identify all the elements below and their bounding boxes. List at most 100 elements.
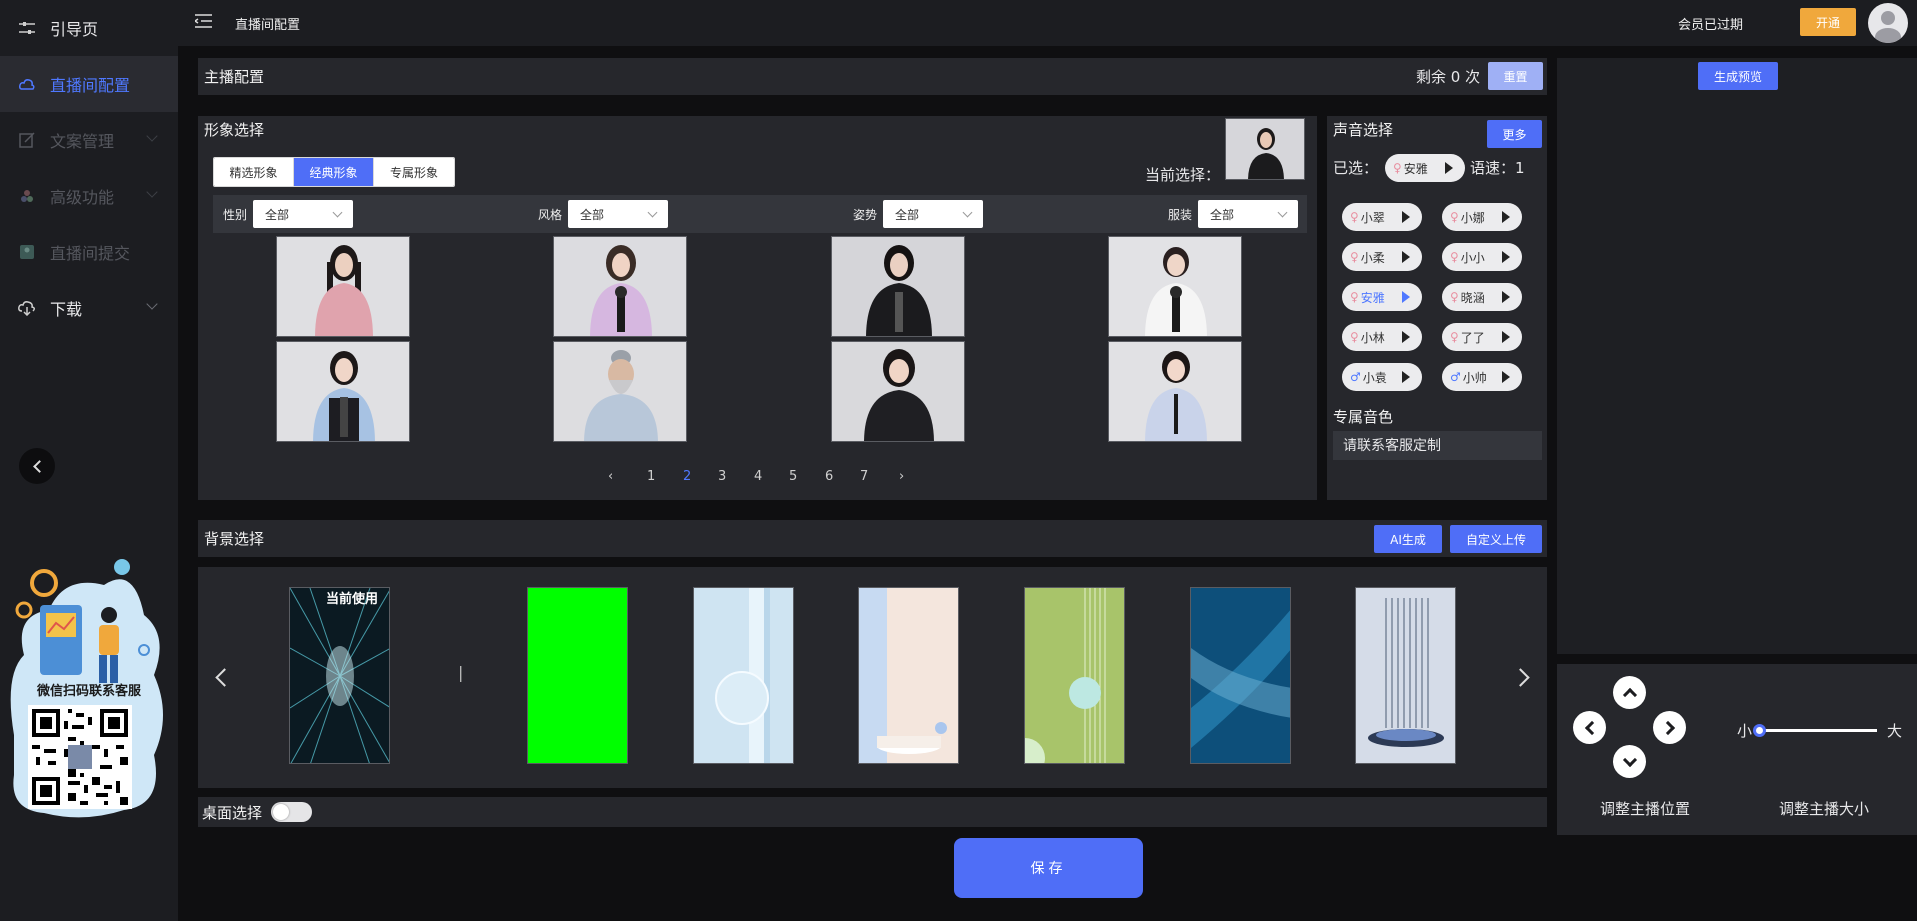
voice-chip[interactable]: ♀ 小娜 <box>1442 203 1522 231</box>
sidebar-item-submit[interactable]: 直播间提交 <box>0 224 178 280</box>
play-icon[interactable] <box>1402 291 1410 303</box>
tab-classic[interactable]: 经典形象 <box>294 158 374 186</box>
play-icon[interactable] <box>1402 371 1410 383</box>
voice-name: 小林 <box>1360 330 1385 345</box>
play-icon[interactable] <box>1502 371 1510 383</box>
female-icon: ♀ <box>1350 210 1359 224</box>
female-icon: ♀ <box>1350 250 1359 264</box>
play-icon[interactable] <box>1502 331 1510 343</box>
filter-label: 风格 <box>538 208 563 222</box>
save-button[interactable]: 保存 <box>954 838 1143 898</box>
carousel-next-button[interactable] <box>1511 668 1530 687</box>
play-icon[interactable] <box>1402 331 1410 343</box>
next-page-button[interactable]: › <box>899 469 904 484</box>
sidebar-item-guide[interactable]: 引导页 <box>0 0 178 56</box>
page-number[interactable]: 1 <box>647 469 655 484</box>
voice-chip[interactable]: ♀ 小小 <box>1442 243 1522 271</box>
ai-generate-button[interactable]: AI生成 <box>1374 525 1442 553</box>
generate-preview-button[interactable]: 生成预览 <box>1698 62 1778 90</box>
sidebar-item-advanced[interactable]: 高级功能 <box>0 168 178 224</box>
filter-label: 姿势 <box>853 208 878 222</box>
chevron-left-icon <box>1584 720 1599 735</box>
page-number[interactable]: 5 <box>789 469 797 484</box>
move-left-button[interactable] <box>1573 711 1606 744</box>
desktop-toggle[interactable] <box>271 802 312 822</box>
play-icon[interactable] <box>1502 291 1510 303</box>
selected-label: 已选： <box>1333 159 1379 177</box>
chevron-down-icon <box>1277 207 1288 218</box>
voice-chip[interactable]: ♀ 晓涵 <box>1442 283 1522 311</box>
prev-page-button[interactable]: ‹ <box>608 469 613 484</box>
avatar-thumbnail[interactable] <box>831 341 965 442</box>
move-up-button[interactable] <box>1613 676 1646 709</box>
background-card[interactable] <box>693 587 794 764</box>
background-card[interactable] <box>858 587 959 764</box>
avatar-thumbnail[interactable] <box>276 236 410 337</box>
reset-button[interactable]: 重置 <box>1488 62 1543 90</box>
style-select[interactable]: 全部 <box>568 200 668 228</box>
size-slider-handle[interactable] <box>1753 724 1766 737</box>
page-number[interactable]: 4 <box>754 469 762 484</box>
background-card[interactable] <box>527 587 628 764</box>
page-number[interactable]: 3 <box>718 469 726 484</box>
avatar-thumbnail[interactable] <box>553 236 687 337</box>
background-card-current[interactable]: 当前使用 <box>289 587 390 764</box>
tab-featured[interactable]: 精选形象 <box>214 158 294 186</box>
tab-exclusive[interactable]: 专属形象 <box>374 158 454 186</box>
menu-fold-icon[interactable] <box>195 14 212 28</box>
voice-name: 安雅 <box>1360 290 1385 305</box>
anchor-config-header: 主播配置 剩余 0 次 重置 <box>198 58 1547 95</box>
outfit-select[interactable]: 全部 <box>1198 200 1298 228</box>
sidebar-item-label: 直播间提交 <box>50 244 131 263</box>
background-card[interactable] <box>1355 587 1456 764</box>
voice-chip-selected[interactable]: ♀ 安雅 <box>1342 283 1422 311</box>
avatar[interactable] <box>1868 3 1908 43</box>
voice-chip[interactable]: ♀ 小柔 <box>1342 243 1422 271</box>
size-slider-track[interactable] <box>1757 729 1877 732</box>
sidebar-item-download[interactable]: 下载 <box>0 280 178 336</box>
sidebar-item-copywriting[interactable]: 文案管理 <box>0 112 178 168</box>
select-value: 全部 <box>1210 207 1235 222</box>
avatar-thumbnail[interactable] <box>1108 341 1242 442</box>
background-card[interactable] <box>1024 587 1125 764</box>
voice-chip[interactable]: ♂ 小袁 <box>1342 363 1422 391</box>
avatar-thumbnail[interactable] <box>276 341 410 442</box>
play-icon[interactable] <box>1502 211 1510 223</box>
avatar-thumbnail[interactable] <box>553 341 687 442</box>
voice-chip[interactable]: ♀ 小翠 <box>1342 203 1422 231</box>
activate-membership-button[interactable]: 开通 <box>1800 8 1856 36</box>
play-icon[interactable] <box>1445 162 1453 174</box>
image-tabs: 精选形象 经典形象 专属形象 <box>213 157 455 187</box>
pose-select[interactable]: 全部 <box>883 200 983 228</box>
female-icon: ♀ <box>1450 210 1459 224</box>
page-number-current[interactable]: 2 <box>683 469 691 484</box>
background-card[interactable] <box>1190 587 1291 764</box>
voice-chip[interactable]: ♂ 小帅 <box>1442 363 1522 391</box>
selected-voice-chip[interactable]: ♀ 安雅 <box>1385 154 1465 182</box>
carousel-prev-button[interactable] <box>215 668 234 687</box>
voice-chip[interactable]: ♀ 了了 <box>1442 323 1522 351</box>
play-icon[interactable] <box>1402 251 1410 263</box>
play-icon[interactable] <box>1502 251 1510 263</box>
move-down-button[interactable] <box>1613 745 1646 778</box>
exclusive-voice-contact[interactable]: 请联系客服定制 <box>1333 431 1542 460</box>
play-icon[interactable] <box>1402 211 1410 223</box>
gender-select[interactable]: 全部 <box>253 200 353 228</box>
avatar-thumbnail[interactable] <box>831 236 965 337</box>
more-voices-button[interactable]: 更多 <box>1487 120 1542 148</box>
move-right-button[interactable] <box>1653 711 1686 744</box>
remaining-count: 剩余 0 次 <box>1416 68 1481 86</box>
text-cursor: | <box>458 663 464 682</box>
page-number[interactable]: 7 <box>860 469 868 484</box>
voice-chip[interactable]: ♀ 小林 <box>1342 323 1422 351</box>
male-icon: ♂ <box>1450 370 1461 384</box>
submit-icon <box>18 243 36 261</box>
voice-name: 小翠 <box>1360 210 1385 225</box>
page-number[interactable]: 6 <box>825 469 833 484</box>
female-icon: ♀ <box>1350 290 1359 304</box>
collapse-sidebar-button[interactable] <box>19 448 55 484</box>
custom-upload-button[interactable]: 自定义上传 <box>1450 525 1542 553</box>
sidebar-item-live-config[interactable]: 直播间配置 <box>0 56 178 112</box>
cloud-download-icon <box>18 299 36 317</box>
avatar-thumbnail[interactable] <box>1108 236 1242 337</box>
